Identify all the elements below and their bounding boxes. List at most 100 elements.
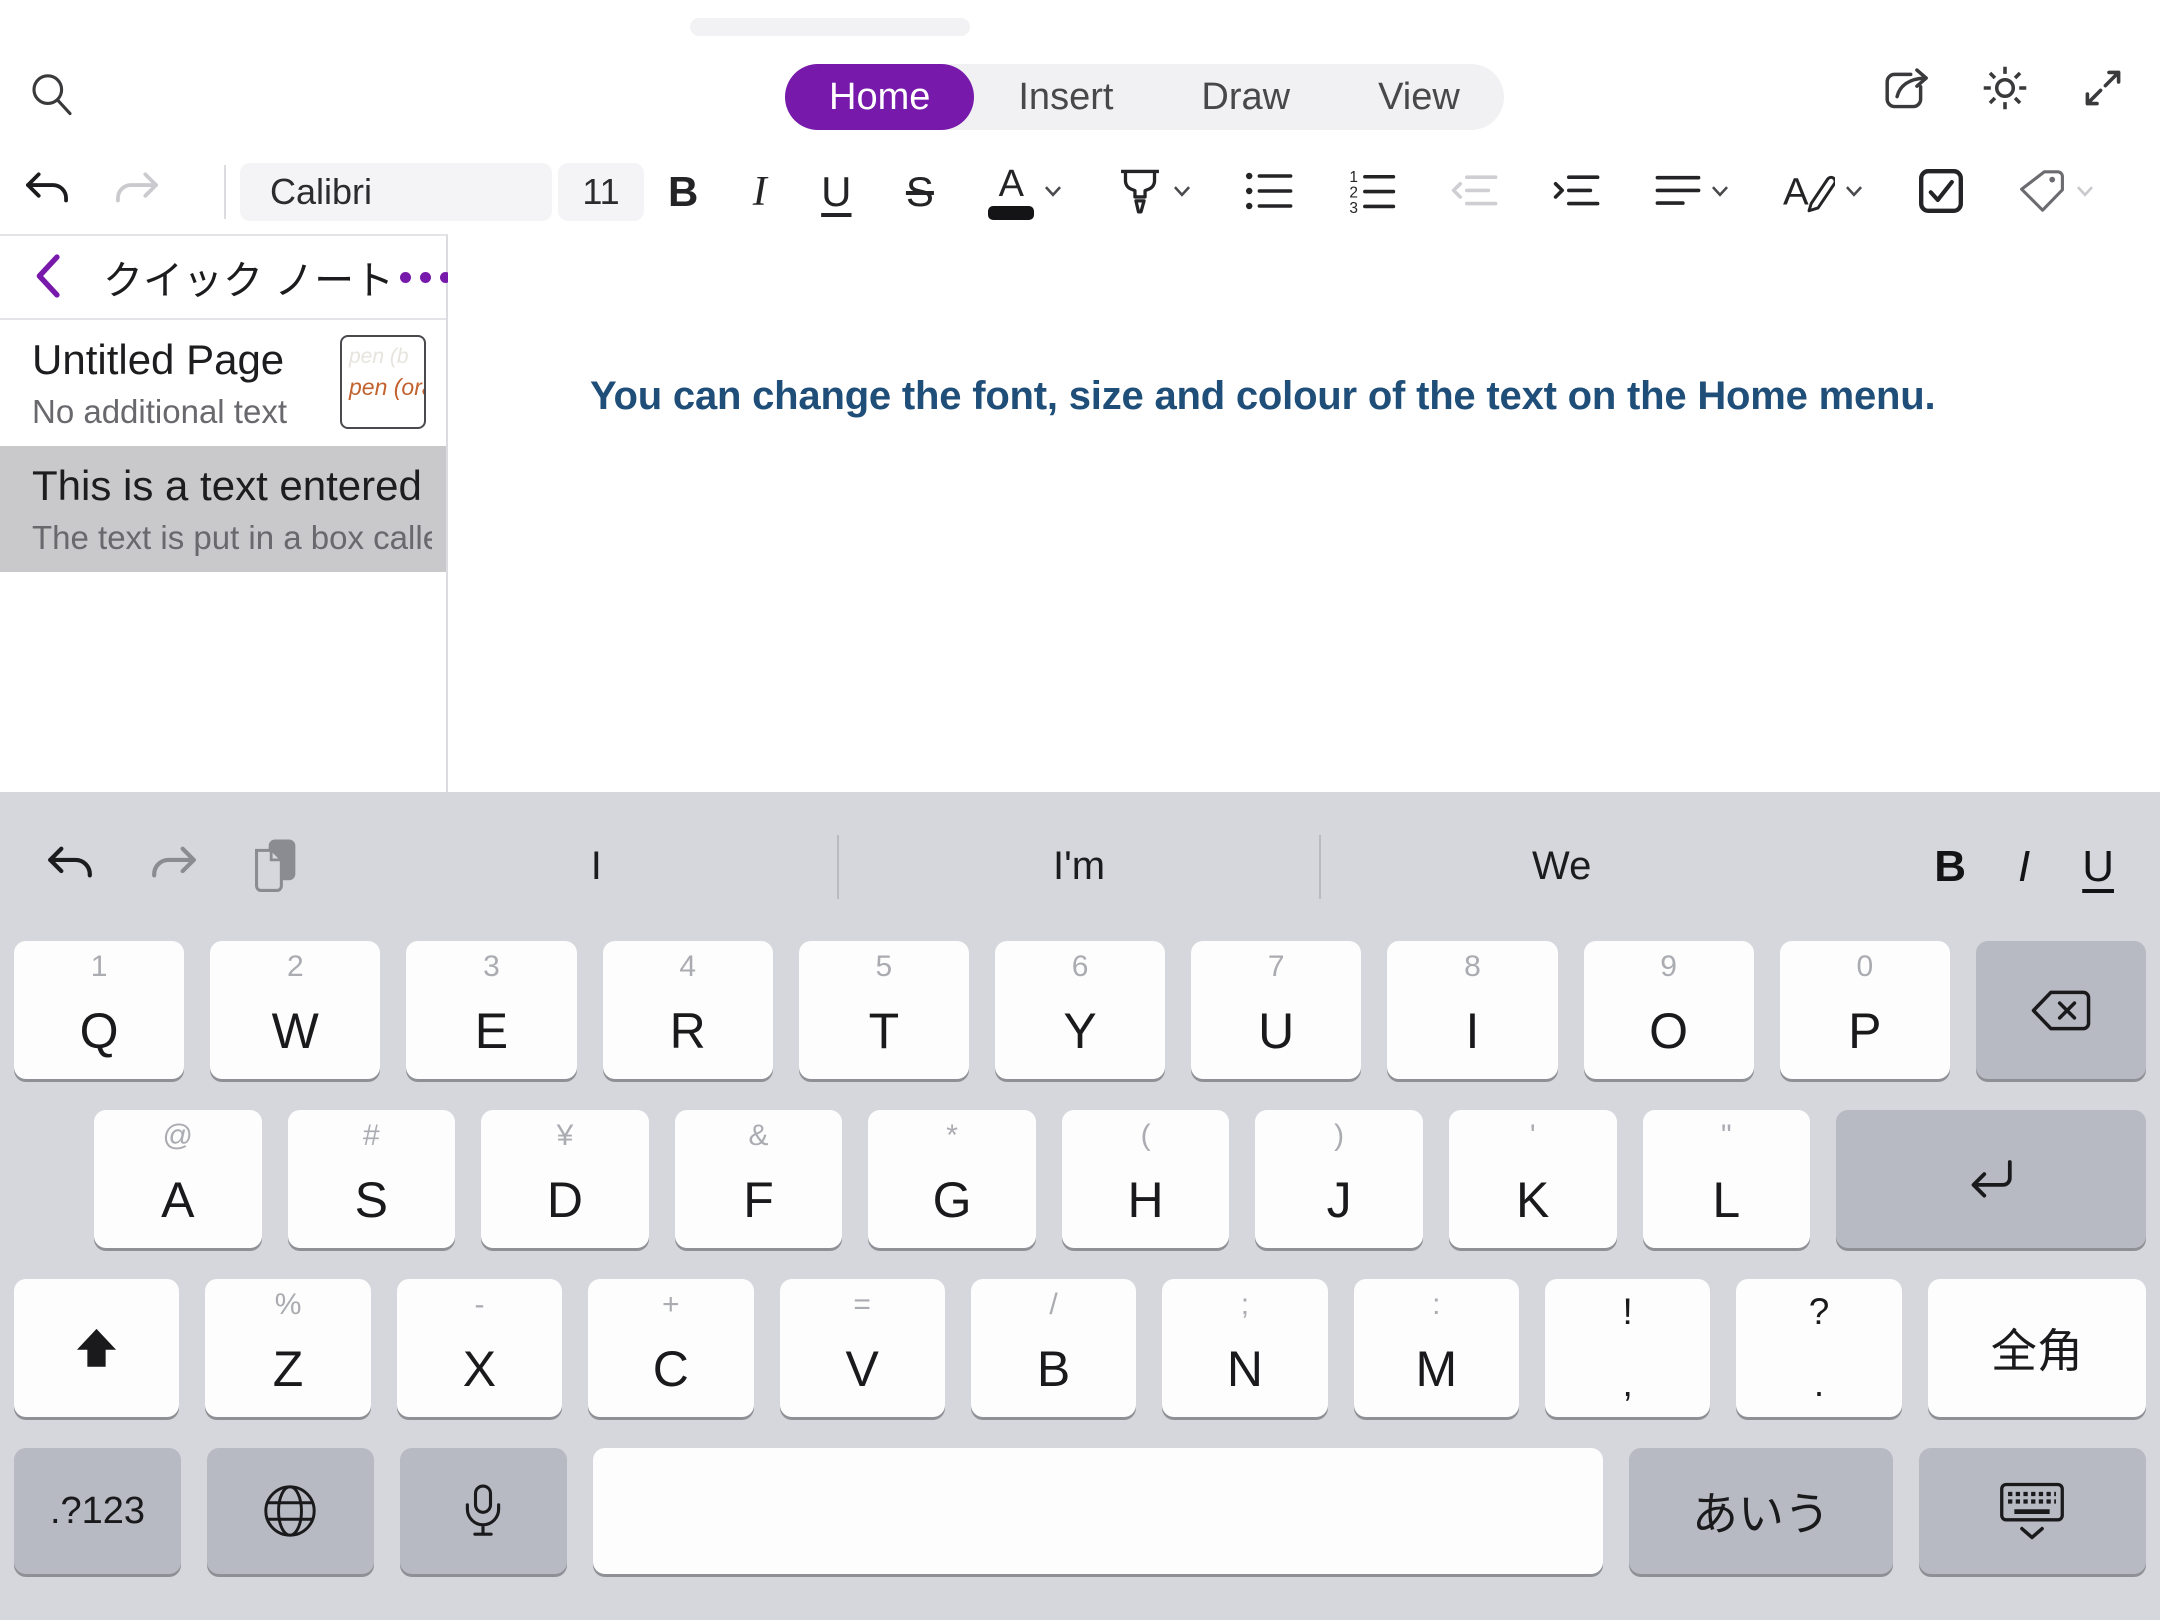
key-R[interactable]: 4R (603, 941, 773, 1079)
font-size-selector[interactable]: 11 (558, 163, 644, 221)
paste-button[interactable] (252, 837, 298, 896)
highlight-button[interactable] (1117, 167, 1191, 218)
styles-icon: A (1783, 169, 1835, 216)
kb-redo-button[interactable] (148, 843, 200, 891)
kb-undo-button[interactable] (44, 843, 96, 891)
svg-text:1: 1 (1349, 169, 1358, 186)
globe-icon (262, 1483, 318, 1539)
key-kana[interactable]: あいう (1629, 1448, 1893, 1574)
key-W[interactable]: 2W (210, 941, 380, 1079)
key-symbols[interactable]: .?123 (14, 1448, 181, 1574)
kb-bold-button[interactable]: B (1934, 842, 1966, 892)
tab-draw[interactable]: Draw (1157, 64, 1334, 130)
key-U[interactable]: 7U (1191, 941, 1361, 1079)
suggestion-1[interactable]: I (356, 792, 837, 941)
bold-button[interactable]: B (668, 171, 698, 213)
share-button[interactable] (1878, 60, 1936, 118)
search-button[interactable] (24, 68, 80, 124)
tab-insert[interactable]: Insert (974, 64, 1157, 130)
key-T[interactable]: 5T (799, 941, 969, 1079)
key-shift[interactable] (14, 1279, 179, 1417)
strikethrough-button[interactable]: S (906, 171, 934, 213)
undo-button[interactable] (16, 150, 78, 234)
kb-underline-button[interactable]: U (2082, 842, 2114, 892)
kb-italic-button[interactable]: I (2018, 842, 2030, 892)
key-S[interactable]: #S (288, 1110, 456, 1248)
key-N[interactable]: ;N (1162, 1279, 1327, 1417)
page-list-item-selected[interactable]: This is a text entered in... The text is… (0, 446, 446, 572)
page-list-item[interactable]: Untitled Page No additional text pen (b … (0, 320, 446, 446)
key-J[interactable]: )J (1255, 1110, 1423, 1248)
key-C[interactable]: +C (588, 1279, 753, 1417)
page-sidebar: クイック ノート Untitled Page No additional tex… (0, 234, 448, 792)
key-B[interactable]: /B (971, 1279, 1136, 1417)
key-question-period[interactable]: ?. (1736, 1279, 1901, 1417)
todo-checkbox-button[interactable] (1918, 168, 1964, 217)
styles-button[interactable]: A (1783, 169, 1863, 216)
bullet-list-button[interactable] (1245, 170, 1293, 215)
font-color-button[interactable]: A (988, 165, 1062, 220)
redo-button[interactable] (106, 150, 168, 234)
outdent-button[interactable] (1450, 172, 1498, 213)
key-return[interactable] (1836, 1110, 2146, 1248)
key-zenkaku[interactable]: 全角 (1928, 1279, 2146, 1417)
key-Y[interactable]: 6Y (995, 941, 1165, 1079)
chevron-down-icon (1711, 185, 1729, 200)
key-O[interactable]: 9O (1584, 941, 1754, 1079)
expand-icon (2079, 64, 2127, 115)
key-K[interactable]: 'K (1449, 1110, 1617, 1248)
key-H[interactable]: (H (1062, 1110, 1230, 1248)
key-A[interactable]: @A (94, 1110, 262, 1248)
ellipsis-icon (400, 272, 411, 283)
key-Q[interactable]: 1Q (14, 941, 184, 1079)
settings-button[interactable] (1976, 60, 2034, 118)
redo-icon (148, 843, 200, 891)
numbered-list-button[interactable]: 123 (1348, 169, 1396, 216)
fullscreen-button[interactable] (2074, 60, 2132, 118)
onenote-screen: Home Insert Draw View (0, 0, 2160, 1620)
return-icon (1964, 1158, 2018, 1201)
suggestion-3[interactable]: We (1321, 792, 1802, 941)
indent-icon (1552, 172, 1600, 213)
underline-icon: U (821, 171, 851, 213)
key-M[interactable]: :M (1354, 1279, 1519, 1417)
key-V[interactable]: =V (780, 1279, 945, 1417)
tab-home[interactable]: Home (785, 64, 974, 130)
key-P[interactable]: 0P (1780, 941, 1950, 1079)
indent-button[interactable] (1552, 172, 1600, 213)
key-exclamation-comma[interactable]: !, (1545, 1279, 1710, 1417)
accessory-left (44, 792, 298, 941)
italic-button[interactable]: I (753, 171, 767, 213)
key-E[interactable]: 3E (406, 941, 576, 1079)
italic-icon: I (753, 171, 767, 213)
font-color-icon: A (988, 165, 1034, 220)
page-title: This is a text entered in... (32, 462, 432, 510)
body-area: クイック ノート Untitled Page No additional tex… (0, 234, 2160, 792)
key-G[interactable]: *G (868, 1110, 1036, 1248)
align-button[interactable] (1655, 172, 1729, 213)
tab-view[interactable]: View (1334, 64, 1504, 130)
note-canvas[interactable]: You can change the font, size and colour… (448, 234, 2160, 792)
font-name-selector[interactable]: Calibri (240, 163, 552, 221)
font-size-value: 11 (582, 171, 619, 213)
tag-button[interactable] (2018, 168, 2094, 217)
key-dismiss-keyboard[interactable] (1919, 1448, 2146, 1574)
numbered-list-icon: 123 (1348, 169, 1396, 216)
svg-text:2: 2 (1349, 184, 1358, 201)
toolbar-icons: B I U S A 123 (668, 150, 2094, 234)
ribbon-tabs: Home Insert Draw View (785, 64, 1504, 130)
key-D[interactable]: ¥D (481, 1110, 649, 1248)
underline-button[interactable]: U (821, 171, 851, 213)
key-dictation[interactable] (400, 1448, 567, 1574)
key-I[interactable]: 8I (1387, 941, 1557, 1079)
key-L[interactable]: "L (1643, 1110, 1811, 1248)
window-grabber (690, 18, 970, 36)
key-globe[interactable] (207, 1448, 374, 1574)
suggestion-2[interactable]: I'm (839, 792, 1320, 941)
back-button[interactable] (28, 252, 67, 303)
key-X[interactable]: -X (397, 1279, 562, 1417)
key-Z[interactable]: %Z (205, 1279, 370, 1417)
key-F[interactable]: &F (675, 1110, 843, 1248)
key-backspace[interactable] (1976, 941, 2146, 1079)
key-space[interactable] (593, 1448, 1603, 1574)
